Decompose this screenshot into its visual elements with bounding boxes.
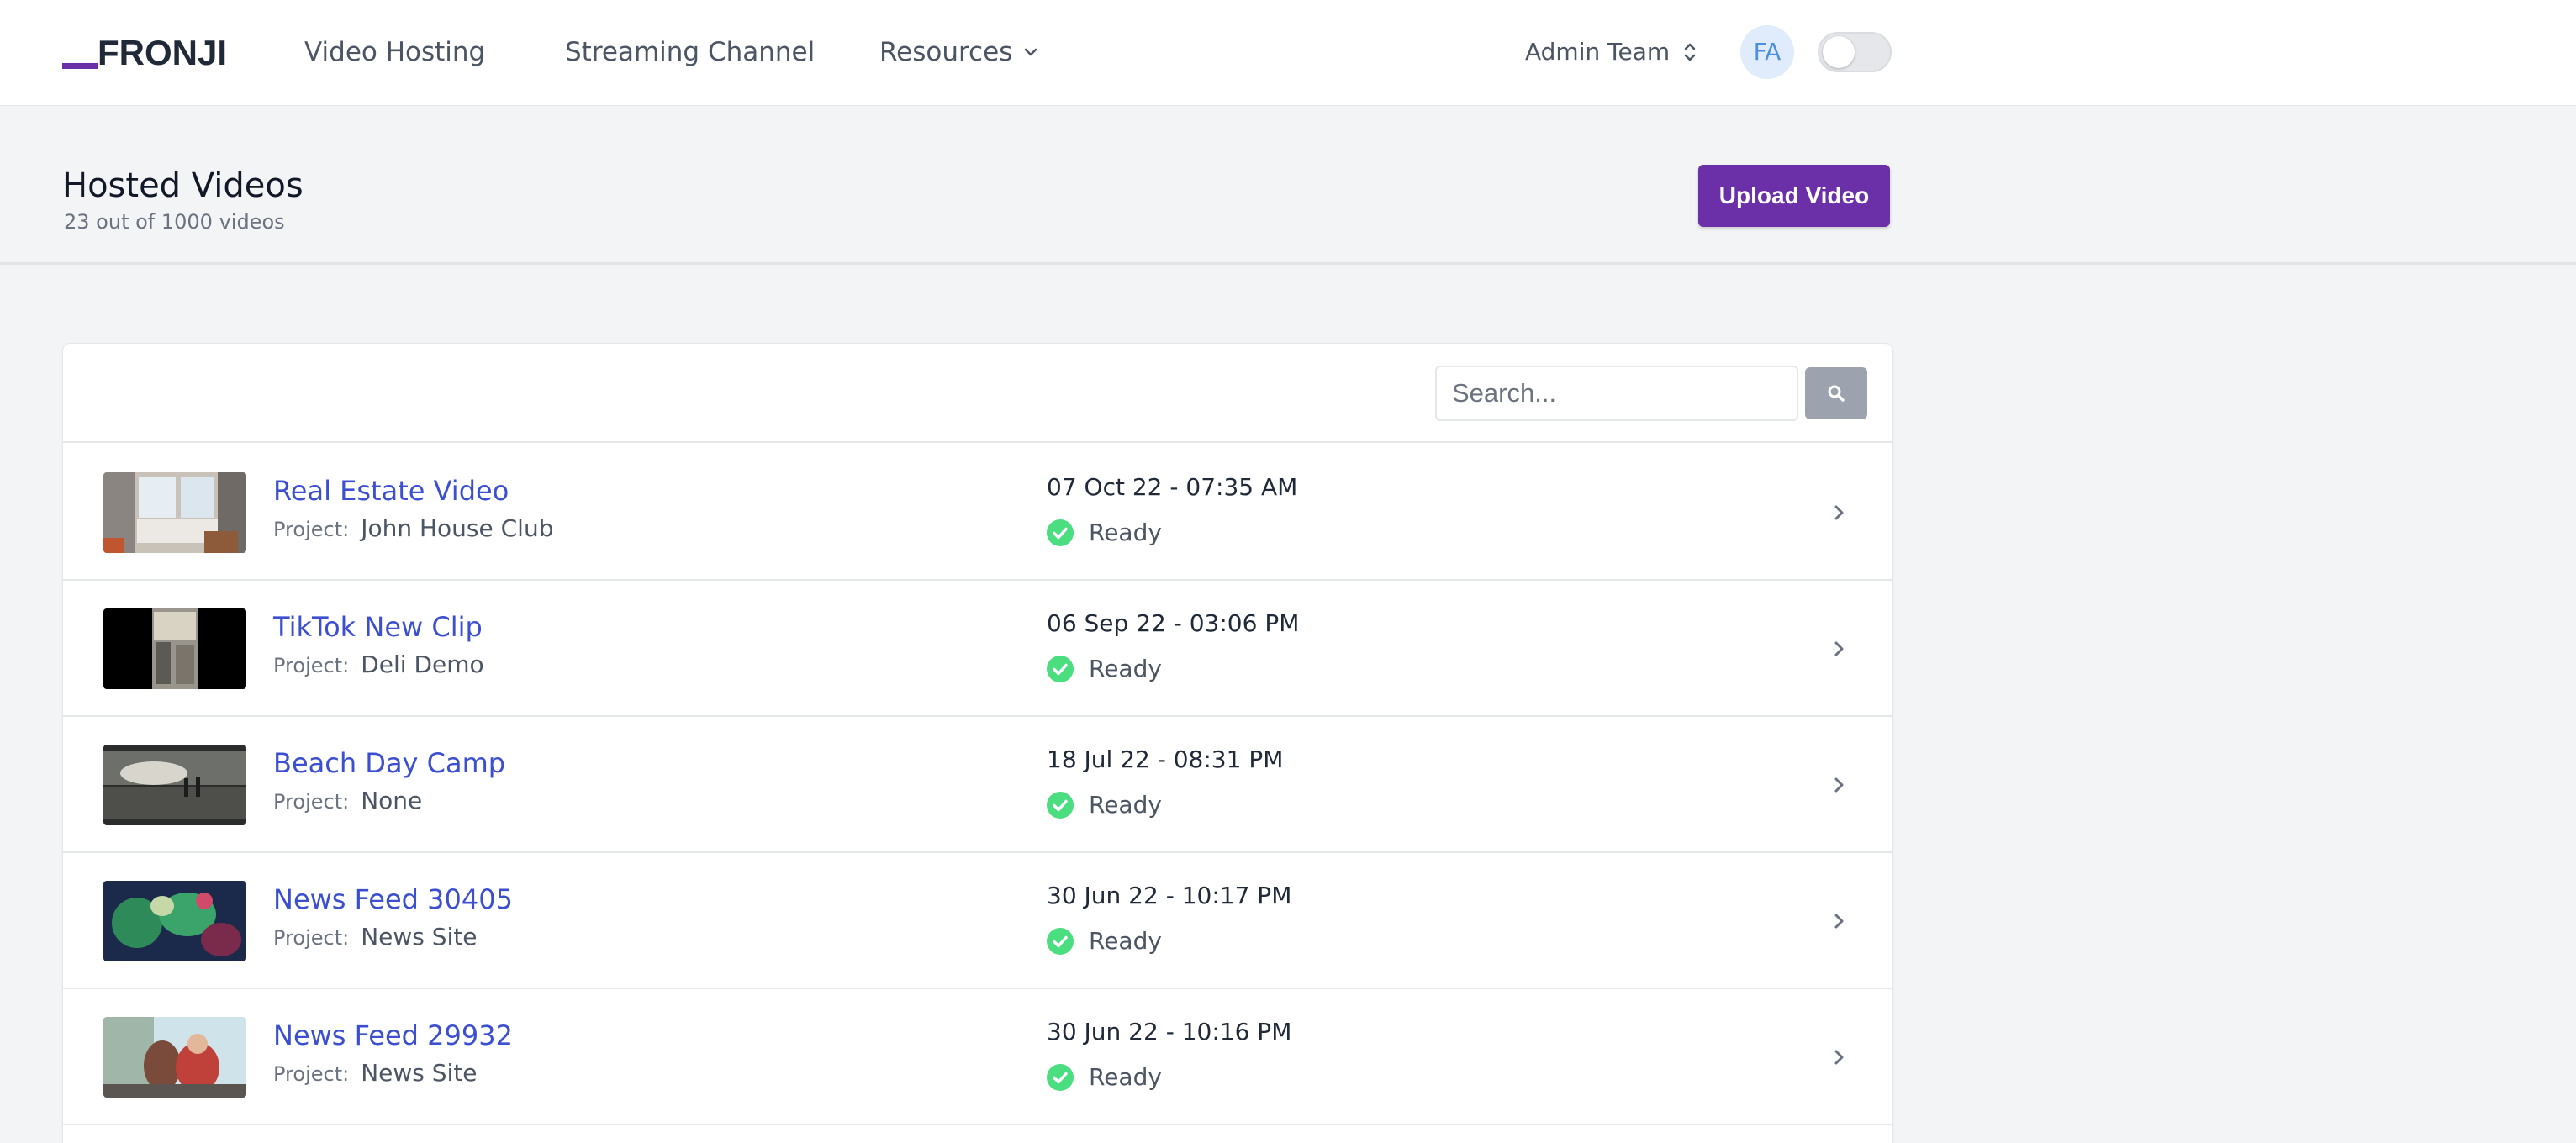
chevron-up-down-icon (1684, 43, 1696, 61)
video-date: 30 Jun 22 - 10:16 PM (1047, 1018, 1292, 1046)
video-date: 30 Jun 22 - 10:17 PM (1047, 882, 1292, 909)
status-text: Ready (1089, 927, 1162, 955)
check-circle-icon (1047, 928, 1074, 955)
status-badge: Ready (1047, 517, 1162, 549)
project-name: News Site (361, 923, 478, 951)
search-input[interactable] (1435, 366, 1798, 421)
video-project: Project: None (273, 786, 422, 819)
top-navbar: FRONJI Video Hosting Streaming Channel R… (0, 0, 2576, 106)
video-title[interactable]: News Feed 30405 (273, 882, 513, 917)
theme-toggle[interactable] (1818, 32, 1892, 72)
video-title[interactable]: Beach Day Camp (273, 745, 505, 781)
project-label: Project: (273, 654, 350, 677)
video-date: 07 Oct 22 - 07:35 AM (1047, 473, 1298, 501)
project-name: None (361, 787, 423, 814)
page-title: Hosted Videos (62, 166, 304, 205)
avatar[interactable]: FA (1740, 25, 1794, 79)
project-name: News Site (361, 1059, 478, 1087)
video-list-card: Real Estate Video Project: John House Clu… (62, 343, 1893, 1143)
video-thumbnail[interactable] (103, 608, 246, 689)
check-circle-icon (1047, 1064, 1074, 1091)
project-label: Project: (273, 1062, 350, 1086)
video-date: 06 Sep 22 - 03:06 PM (1047, 609, 1300, 637)
nav-resources[interactable]: Resources (879, 32, 1039, 72)
logo-text: FRONJI (98, 33, 228, 72)
project-name: John House Club (361, 514, 554, 542)
logo-mark (62, 63, 98, 69)
logo[interactable]: FRONJI (62, 32, 227, 74)
video-project: Project: News Site (273, 922, 478, 956)
video-row[interactable]: Beach Day Camp Project: None 18 Jul 22 - … (63, 717, 1892, 853)
status-badge: Ready (1047, 789, 1162, 821)
video-row[interactable]: TikTok New Clip Project: Deli Demo 06 Sep… (63, 581, 1892, 717)
search-bar (63, 344, 1892, 443)
status-text: Ready (1089, 1063, 1162, 1091)
video-title[interactable]: TikTok New Clip (273, 609, 483, 645)
page-header: Hosted Videos 23 out of 1000 videos Uplo… (0, 107, 2576, 265)
team-switcher[interactable]: Admin Team (1525, 32, 1698, 72)
status-badge: Ready (1047, 925, 1162, 957)
status-text: Ready (1089, 519, 1162, 546)
project-name: Deli Demo (361, 651, 484, 678)
status-text: Ready (1089, 655, 1162, 682)
video-project: Project: John House Club (273, 514, 553, 547)
video-title[interactable]: Real Estate Video (273, 473, 509, 508)
chevron-right-icon[interactable] (1827, 771, 1852, 799)
video-thumbnail[interactable] (103, 1017, 246, 1098)
project-label: Project: (273, 790, 350, 814)
video-project: Project: Deli Demo (273, 650, 484, 683)
video-list: Real Estate Video Project: John House Clu… (63, 445, 1892, 1125)
video-thumbnail[interactable] (103, 745, 246, 825)
chevron-right-icon[interactable] (1827, 635, 1852, 663)
status-badge: Ready (1047, 653, 1162, 685)
toggle-knob (1823, 36, 1855, 68)
project-label: Project: (273, 518, 350, 541)
status-badge: Ready (1047, 1061, 1162, 1093)
team-label: Admin Team (1525, 38, 1671, 66)
status-text: Ready (1089, 791, 1162, 819)
chevron-right-icon[interactable] (1827, 1043, 1852, 1072)
search-icon (1828, 385, 1845, 402)
upload-video-button[interactable]: Upload Video (1698, 165, 1890, 227)
nav-streaming-channel[interactable]: Streaming Channel (565, 32, 815, 72)
video-title[interactable]: News Feed 29932 (273, 1018, 513, 1053)
check-circle-icon (1047, 519, 1074, 546)
video-thumbnail[interactable] (103, 472, 246, 553)
project-label: Project: (273, 926, 350, 950)
video-project: Project: News Site (273, 1058, 478, 1092)
video-row[interactable]: News Feed 30405 Project: News Site 30 Jun… (63, 853, 1892, 989)
video-thumbnail[interactable] (103, 881, 246, 961)
video-row[interactable]: News Feed 29932 Project: News Site 30 Jun… (63, 989, 1892, 1125)
check-circle-icon (1047, 792, 1074, 819)
chevron-right-icon[interactable] (1827, 907, 1852, 935)
search-button[interactable] (1805, 367, 1867, 419)
nav-video-hosting[interactable]: Video Hosting (304, 32, 485, 72)
chevron-right-icon[interactable] (1827, 498, 1852, 527)
video-row[interactable]: Real Estate Video Project: John House Clu… (63, 445, 1892, 581)
nav-resources-label: Resources (879, 37, 1013, 67)
chevron-down-icon (1025, 48, 1037, 56)
check-circle-icon (1047, 656, 1074, 682)
video-count: 23 out of 1000 videos (64, 210, 285, 234)
video-date: 18 Jul 22 - 08:31 PM (1047, 745, 1284, 773)
